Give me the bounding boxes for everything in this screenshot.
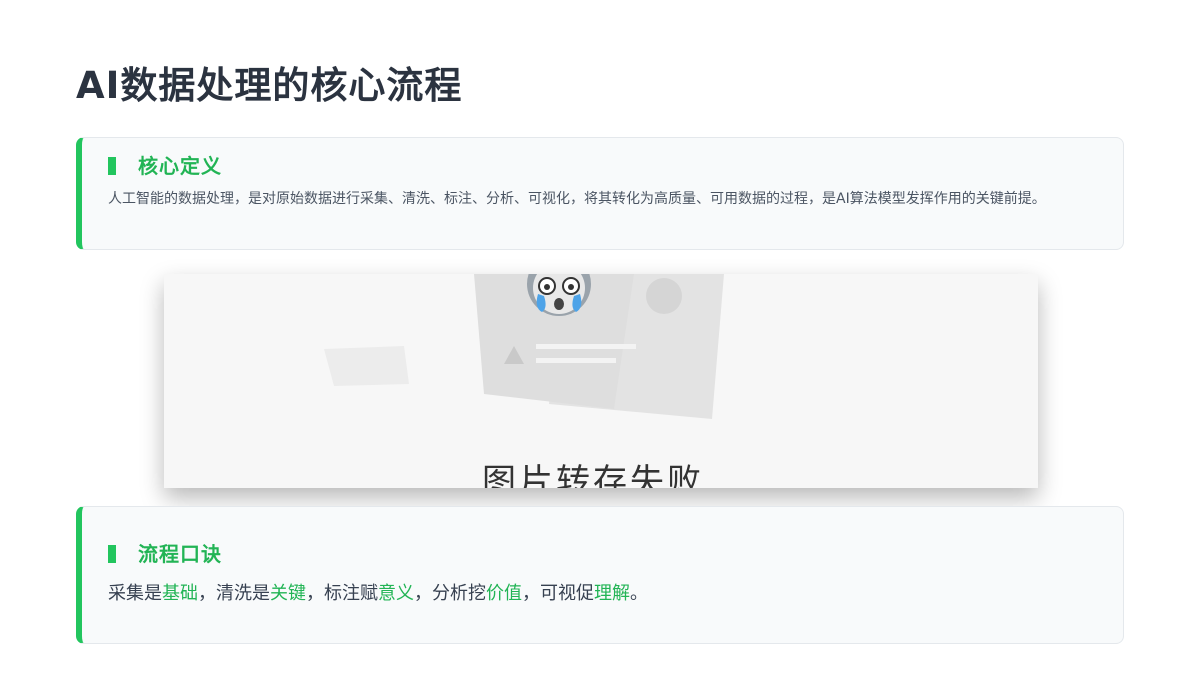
definition-header: 核心定义 <box>108 154 222 178</box>
motto-segment: ，分析挖 <box>414 583 486 604</box>
definition-heading: 核心定义 <box>138 154 222 178</box>
motto-highlight: 基础 <box>162 583 198 604</box>
broken-image-icon <box>164 274 1038 488</box>
motto-card: 流程口诀 采集是基础，清洗是关键，标注赋意义，分析挖价值，可视促理解。 <box>76 506 1124 644</box>
motto-header: 流程口诀 <box>108 542 222 566</box>
accent-bar-icon <box>108 157 116 175</box>
definition-card: 核心定义 人工智能的数据处理，是对原始数据进行采集、清洗、标注、分析、可视化，将… <box>76 137 1124 250</box>
motto-heading: 流程口诀 <box>138 542 222 566</box>
motto-segment: 。 <box>630 583 648 604</box>
motto-highlight: 理解 <box>594 583 630 604</box>
page-title: AI数据处理的核心流程 <box>76 64 463 107</box>
broken-image: 图片转存失败 <box>164 274 1038 488</box>
slide: AI数据处理的核心流程 核心定义 人工智能的数据处理，是对原始数据进行采集、清洗… <box>0 0 1200 675</box>
motto-segment: ，标注赋 <box>306 583 378 604</box>
motto-text: 采集是基础，清洗是关键，标注赋意义，分析挖价值，可视促理解。 <box>108 580 648 608</box>
definition-text: 人工智能的数据处理，是对原始数据进行采集、清洗、标注、分析、可视化，将其转化为高… <box>108 191 1046 207</box>
broken-image-caption: 图片转存失败 <box>482 462 704 488</box>
accent-bar-icon <box>108 545 116 563</box>
motto-highlight: 关键 <box>270 583 306 604</box>
motto-highlight: 意义 <box>378 583 414 604</box>
motto-highlight: 价值 <box>486 583 522 604</box>
motto-segment: 采集是 <box>108 583 162 604</box>
motto-segment: ，清洗是 <box>198 583 270 604</box>
motto-segment: ，可视促 <box>522 583 594 604</box>
